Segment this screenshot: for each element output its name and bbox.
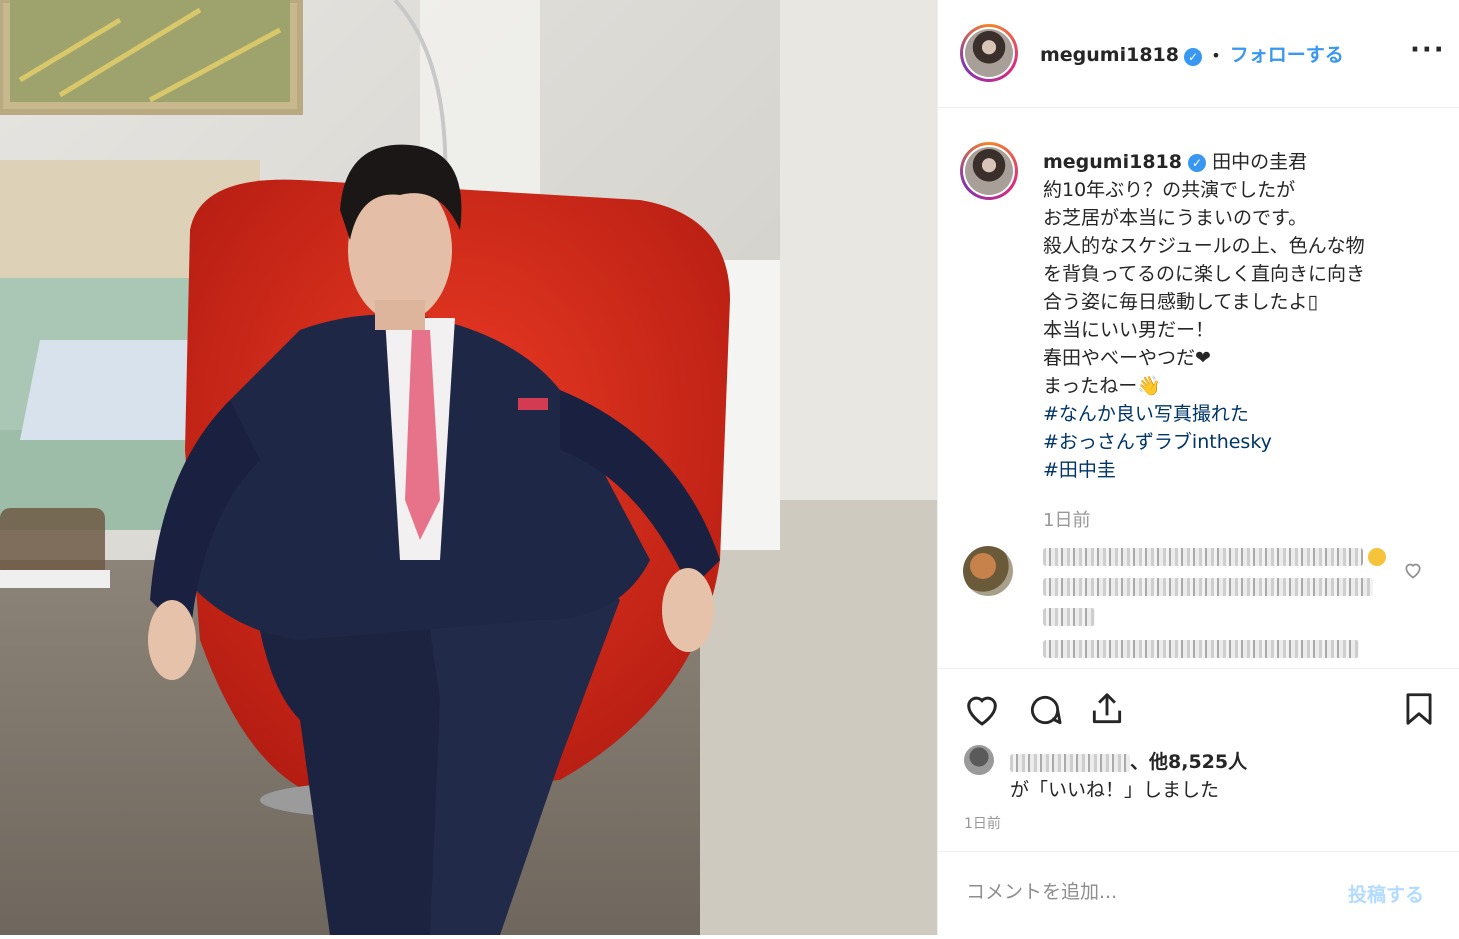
post-comment-button[interactable]: 投稿する xyxy=(1348,880,1424,907)
caption-line: 殺人的なスケジュールの上、色んな物 xyxy=(1043,235,1365,257)
comment-icon[interactable] xyxy=(1026,691,1068,733)
caption-line: 本当にいい男だー！ xyxy=(1043,319,1215,341)
liker-avatar[interactable] xyxy=(964,745,994,775)
share-icon[interactable] xyxy=(1088,689,1130,731)
verified-badge-icon: ✓ xyxy=(1188,153,1207,172)
hashtag-link[interactable]: #田中圭 xyxy=(1043,456,1443,484)
liker-name-blurred[interactable] xyxy=(1010,753,1130,772)
caption-text: megumi1818 ✓ 田中の圭君 約10年ぶり？の共演でしたが お芝居が本当… xyxy=(1043,148,1443,484)
post-timestamp[interactable]: 1日前 xyxy=(964,813,1001,833)
heart-outline-icon[interactable] xyxy=(962,689,1004,731)
caption-line: 約10年ぶり？の共演でしたが xyxy=(1043,179,1296,201)
likes-caption: が「いいね！」しました xyxy=(1010,779,1220,801)
caption-line: 春田やべーやつだ❤ xyxy=(1043,347,1211,369)
caption-area: megumi1818 ✓ 田中の圭君 約10年ぶり？の共演でしたが お芝居が本当… xyxy=(938,108,1459,668)
caption-line: まったねー👋 xyxy=(1043,375,1161,397)
action-section: 、他8,525人 が「いいね！」しました 1日前 投稿する xyxy=(938,668,1459,939)
follow-button[interactable]: フォローする xyxy=(1230,44,1344,66)
header-username[interactable]: megumi1818 xyxy=(1040,44,1179,66)
post-photo[interactable] xyxy=(0,0,937,935)
separator: • xyxy=(1211,46,1221,65)
comment-avatar[interactable] xyxy=(963,546,1013,596)
likes-summary[interactable]: 、他8,525人 xyxy=(1010,747,1247,774)
post-side-panel: megumi1818 ✓ • フォローする ··· megumi1818 ✓ 田… xyxy=(937,0,1459,935)
hashtag-link[interactable]: #おっさんずラブinthesky xyxy=(1043,428,1443,456)
comment-box: 投稿する xyxy=(938,851,1459,938)
caption-avatar[interactable] xyxy=(960,142,1018,200)
avatar[interactable] xyxy=(960,24,1018,82)
caption-line: 田中の圭君 xyxy=(1212,151,1308,173)
caption-line: を背負ってるのに楽しく直向きに向き xyxy=(1043,263,1366,285)
photo-illustration xyxy=(0,0,937,935)
caption-time-ago[interactable]: 1日前 xyxy=(1043,506,1090,532)
hashtag-link[interactable]: #なんか良い写真撮れた xyxy=(1043,400,1443,428)
verified-badge-icon: ✓ xyxy=(1184,47,1203,66)
caption-username[interactable]: megumi1818 xyxy=(1043,151,1182,173)
more-horizontal-icon[interactable]: ··· xyxy=(1410,37,1446,63)
caption-line: 合う姿に毎日感動してましたよ▯ xyxy=(1043,291,1318,313)
comment-blurred-text xyxy=(1043,548,1387,570)
likes-count[interactable]: 、他8,525人 xyxy=(1130,751,1247,773)
comment-input[interactable] xyxy=(964,880,1328,904)
bookmark-icon[interactable] xyxy=(1400,689,1442,731)
caption-line: お芝居が本当にうまいのです。 xyxy=(1043,207,1308,229)
heart-outline-icon[interactable] xyxy=(1403,560,1423,584)
post-header: megumi1818 ✓ • フォローする ··· xyxy=(938,0,1459,108)
